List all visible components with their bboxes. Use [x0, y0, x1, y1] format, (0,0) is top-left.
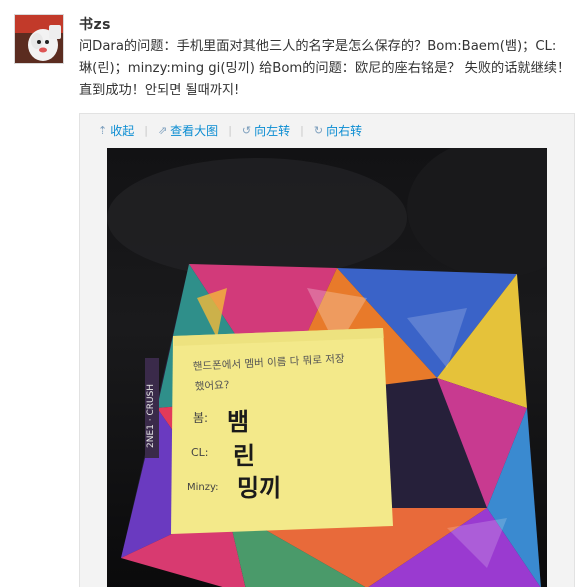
note-cl-label: CL:	[191, 446, 209, 459]
avatar-cartoon-icon	[15, 15, 63, 63]
post-line-3: 直到成功！안되면 될때까지!	[79, 83, 240, 98]
note-cl-value: 린	[233, 442, 255, 470]
username-link[interactable]: 书zs	[79, 14, 111, 34]
rotate-right-button[interactable]: ↻ 向右转	[314, 122, 362, 139]
note-minzy-label: Minzy:	[187, 482, 219, 493]
rotate-right-icon: ↻	[313, 123, 324, 137]
note-question-line-2: 했어요?	[195, 379, 230, 393]
album-spine-text: 2NE1 · CRUSH	[146, 384, 156, 448]
note-minzy-value: 밍끼	[237, 474, 281, 502]
post-photo[interactable]: 2NE1 · CRUSH 핸드폰에서 멤버 이름 다 뭐로 저장 했어요? 봄:…	[107, 148, 547, 587]
sticky-note: 핸드폰에서 멤버 이름 다 뭐로 저장 했어요? 봄: 뱀 CL: 린 Minz…	[171, 328, 393, 534]
arrow-up-icon: ⇡	[98, 123, 108, 137]
post-text: 问Dara的问题：手机里面对其他三人的名字是怎么保存的？Bom:Baem(뱀)；…	[79, 36, 579, 102]
collapse-label: 收起	[110, 123, 135, 138]
media-toolbar: ⇡ 收起 | ⇗ 查看大图 | ↺ 向左转 | ↻ 向右转	[80, 114, 574, 146]
rotate-left-button[interactable]: ↺ 向左转	[242, 122, 290, 139]
rotate-left-label: 向左转	[254, 123, 291, 138]
media-box: ⇡ 收起 | ⇗ 查看大图 | ↺ 向左转 | ↻ 向右转 2NE1 · CRU…	[79, 113, 575, 587]
post-line-2: 琳(린)；minzy:ming gi(밍끼) 给Bom的问题：欧尼的座右铭是？ …	[79, 61, 571, 76]
avatar[interactable]	[14, 14, 64, 64]
toolbar-separator: |	[144, 123, 148, 137]
rotate-left-icon: ↺	[241, 123, 252, 137]
view-large-label: 查看大图	[170, 123, 219, 138]
toolbar-separator: |	[300, 123, 304, 137]
photo-scene: 2NE1 · CRUSH 핸드폰에서 멤버 이름 다 뭐로 저장 했어요? 봄:…	[107, 148, 547, 587]
external-link-icon: ⇗	[157, 123, 168, 137]
collapse-button[interactable]: ⇡ 收起	[98, 122, 134, 139]
note-bom-label: 봄:	[193, 411, 208, 425]
toolbar-separator: |	[228, 123, 232, 137]
rotate-right-label: 向右转	[326, 123, 363, 138]
post-line-1: 问Dara的问题：手机里面对其他三人的名字是怎么保存的？Bom:Baem(뱀)；…	[79, 39, 557, 54]
note-bom-value: 뱀	[227, 408, 249, 436]
view-large-button[interactable]: ⇗ 查看大图	[158, 122, 218, 139]
